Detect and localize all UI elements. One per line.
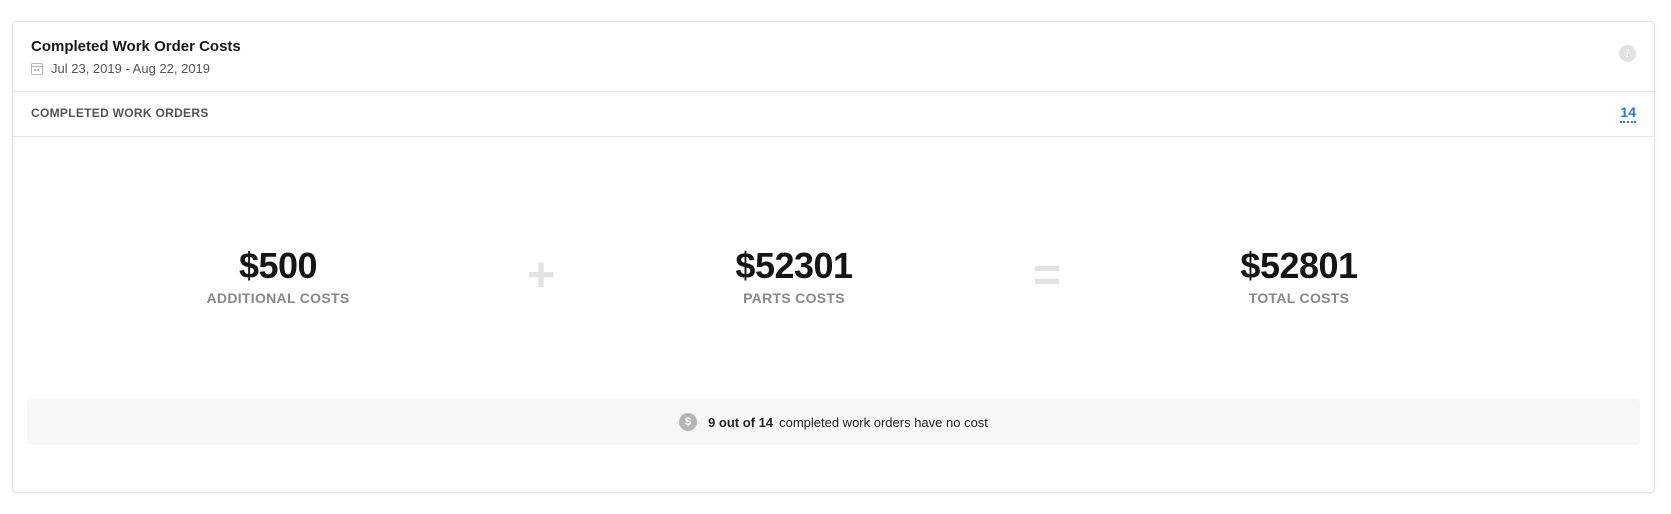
equals-icon: =: [1032, 249, 1062, 302]
card-header: Completed Work Order Costs Jul 23, 2019 …: [13, 22, 1654, 92]
parts-costs-label: PARTS COSTS: [743, 290, 845, 306]
card-title: Completed Work Order Costs: [31, 38, 241, 55]
completed-work-orders-row: COMPLETED WORK ORDERS 14: [13, 91, 1654, 137]
no-cost-text: completed work orders have no cost: [779, 414, 988, 430]
additional-costs-label: ADDITIONAL COSTS: [206, 290, 350, 306]
completed-work-orders-label: COMPLETED WORK ORDERS: [31, 106, 209, 120]
parts-costs-metric: $52301 PARTS COSTS: [644, 244, 944, 306]
no-cost-count: 9 out of 14: [708, 414, 774, 430]
info-icon[interactable]: i: [1619, 45, 1636, 62]
completed-work-orders-count-link[interactable]: 14: [1620, 104, 1636, 123]
dollar-icon: $: [679, 413, 698, 431]
additional-costs-metric: $500 ADDITIONAL COSTS: [128, 244, 428, 306]
total-costs-value: $52801: [1240, 245, 1358, 286]
date-range: Jul 23, 2019 - Aug 22, 2019: [31, 61, 210, 76]
date-range-text: Jul 23, 2019 - Aug 22, 2019: [51, 61, 211, 76]
total-costs-label: TOTAL COSTS: [1248, 290, 1350, 306]
calendar-icon: [31, 62, 43, 75]
plus-icon: +: [526, 249, 556, 302]
cost-metrics: $500 ADDITIONAL COSTS $52301 PARTS COSTS…: [13, 244, 1654, 314]
additional-costs-value: $500: [238, 245, 318, 286]
no-cost-notice: $ 9 out of 14 completed work orders have…: [27, 399, 1640, 445]
parts-costs-value: $52301: [735, 245, 853, 286]
total-costs-metric: $52801 TOTAL COSTS: [1149, 244, 1449, 306]
work-order-costs-card: Completed Work Order Costs Jul 23, 2019 …: [12, 21, 1655, 493]
